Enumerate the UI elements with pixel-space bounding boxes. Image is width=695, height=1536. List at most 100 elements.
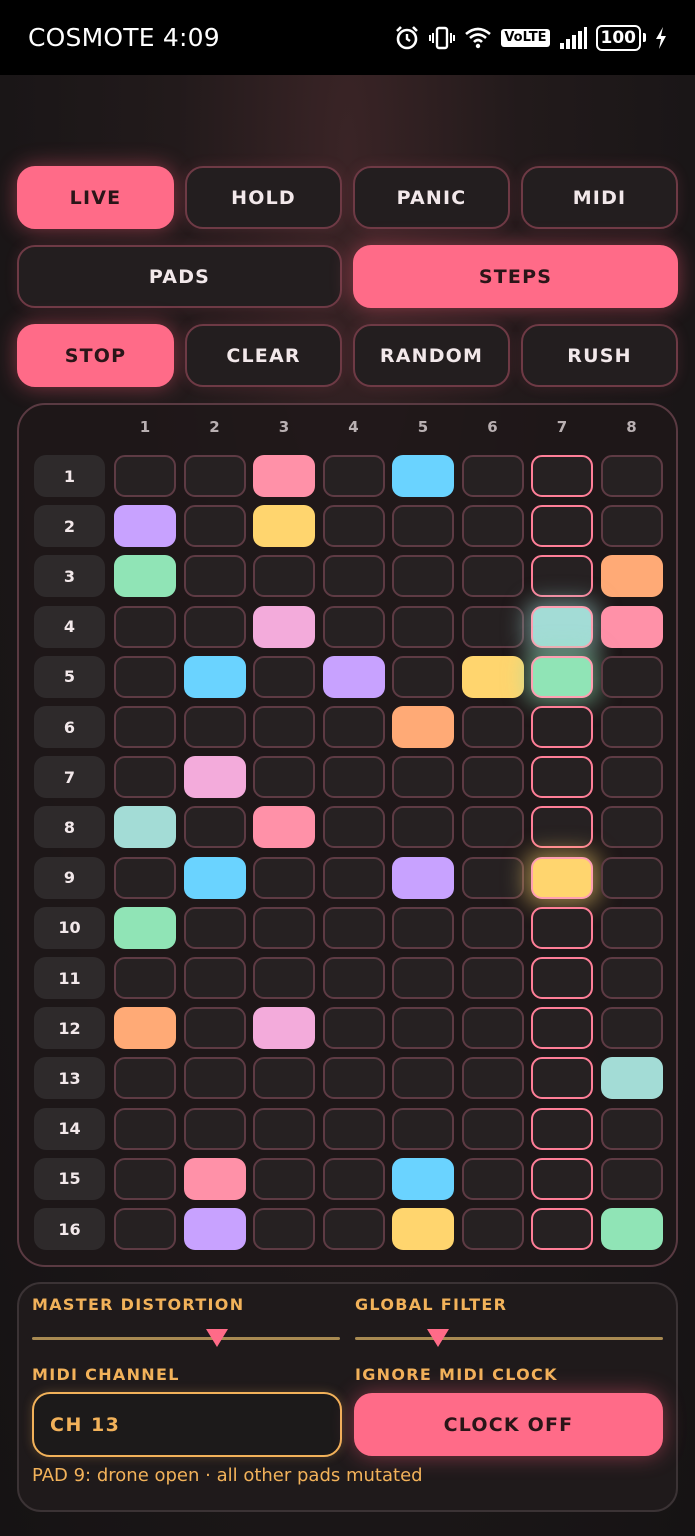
step-cell[interactable] (392, 906, 454, 949)
step-cell[interactable] (114, 605, 176, 648)
step-cell[interactable] (461, 1208, 524, 1250)
step-cell[interactable] (392, 555, 454, 598)
step-cell[interactable] (392, 1007, 454, 1050)
step-cell[interactable] (253, 806, 315, 849)
step-cell[interactable] (531, 1057, 593, 1100)
step-cell[interactable] (600, 906, 663, 949)
midi-button[interactable]: MIDI (521, 166, 678, 229)
step-cell[interactable] (183, 706, 246, 748)
step-cell[interactable] (461, 505, 524, 548)
step-cell[interactable] (114, 756, 176, 799)
step-cell[interactable] (392, 1208, 454, 1250)
step-cell[interactable] (392, 455, 454, 497)
step-cell[interactable] (531, 856, 593, 899)
step-cell[interactable] (253, 1007, 315, 1050)
step-cell[interactable] (114, 1057, 176, 1100)
step-cell[interactable] (600, 957, 663, 999)
step-cell[interactable] (114, 856, 176, 899)
step-cell[interactable] (600, 505, 663, 548)
step-cell[interactable] (600, 605, 663, 648)
filter-slider-thumb[interactable] (427, 1329, 450, 1347)
step-cell[interactable] (531, 1007, 593, 1050)
step-cell[interactable] (461, 655, 524, 698)
step-cell[interactable] (114, 1208, 176, 1250)
step-cell[interactable] (253, 655, 315, 698)
random-button[interactable]: RANDOM (353, 324, 510, 387)
panic-button[interactable]: PANIC (353, 166, 510, 229)
step-cell[interactable] (322, 1157, 385, 1200)
step-cell[interactable] (253, 756, 315, 799)
step-cell[interactable] (531, 756, 593, 799)
step-cell[interactable] (114, 655, 176, 698)
pads-view-button[interactable]: PADS (17, 245, 342, 308)
step-cell[interactable] (531, 1157, 593, 1200)
step-cell[interactable] (114, 505, 176, 548)
clock-toggle-button[interactable]: CLOCK OFF (354, 1393, 663, 1456)
step-cell[interactable] (253, 906, 315, 949)
step-cell[interactable] (322, 455, 385, 497)
step-cell[interactable] (322, 1107, 385, 1150)
step-cell[interactable] (461, 856, 524, 899)
step-cell[interactable] (600, 655, 663, 698)
step-cell[interactable] (392, 957, 454, 999)
rush-button[interactable]: RUSH (521, 324, 678, 387)
step-cell[interactable] (253, 706, 315, 748)
distortion-slider-track[interactable] (32, 1337, 340, 1340)
step-cell[interactable] (253, 1107, 315, 1150)
step-cell[interactable] (253, 1208, 315, 1250)
step-cell[interactable] (461, 706, 524, 748)
step-cell[interactable] (183, 455, 246, 497)
step-cell[interactable] (253, 455, 315, 497)
step-cell[interactable] (322, 906, 385, 949)
step-cell[interactable] (531, 806, 593, 849)
step-cell[interactable] (322, 957, 385, 999)
step-cell[interactable] (531, 455, 593, 497)
step-cell[interactable] (322, 655, 385, 698)
step-cell[interactable] (392, 605, 454, 648)
step-cell[interactable] (461, 906, 524, 949)
step-cell[interactable] (183, 1007, 246, 1050)
step-cell[interactable] (114, 906, 176, 949)
step-cell[interactable] (600, 455, 663, 497)
step-cell[interactable] (253, 505, 315, 548)
step-cell[interactable] (322, 1057, 385, 1100)
live-button[interactable]: LIVE (17, 166, 174, 229)
step-cell[interactable] (392, 1107, 454, 1150)
step-cell[interactable] (531, 605, 593, 648)
step-cell[interactable] (600, 856, 663, 899)
step-cell[interactable] (531, 906, 593, 949)
step-cell[interactable] (392, 505, 454, 548)
step-cell[interactable] (114, 1007, 176, 1050)
step-cell[interactable] (183, 1107, 246, 1150)
step-cell[interactable] (461, 1007, 524, 1050)
step-cell[interactable] (392, 706, 454, 748)
step-cell[interactable] (322, 555, 385, 598)
step-cell[interactable] (183, 1157, 246, 1200)
step-cell[interactable] (392, 1157, 454, 1200)
step-cell[interactable] (600, 1107, 663, 1150)
step-cell[interactable] (461, 1057, 524, 1100)
step-cell[interactable] (114, 555, 176, 598)
step-cell[interactable] (531, 1107, 593, 1150)
distortion-slider-thumb[interactable] (205, 1329, 228, 1347)
step-cell[interactable] (183, 555, 246, 598)
step-cell[interactable] (322, 605, 385, 648)
step-cell[interactable] (253, 555, 315, 598)
step-cell[interactable] (461, 806, 524, 849)
step-cell[interactable] (531, 957, 593, 999)
step-cell[interactable] (322, 505, 385, 548)
step-cell[interactable] (253, 856, 315, 899)
step-cell[interactable] (183, 856, 246, 899)
step-cell[interactable] (322, 806, 385, 849)
clear-button[interactable]: CLEAR (185, 324, 342, 387)
step-cell[interactable] (114, 706, 176, 748)
step-cell[interactable] (183, 605, 246, 648)
step-cell[interactable] (600, 1208, 663, 1250)
step-cell[interactable] (461, 957, 524, 999)
hold-button[interactable]: HOLD (185, 166, 342, 229)
step-cell[interactable] (600, 806, 663, 849)
step-cell[interactable] (114, 455, 176, 497)
step-cell[interactable] (461, 756, 524, 799)
step-cell[interactable] (392, 806, 454, 849)
step-cell[interactable] (531, 655, 593, 698)
